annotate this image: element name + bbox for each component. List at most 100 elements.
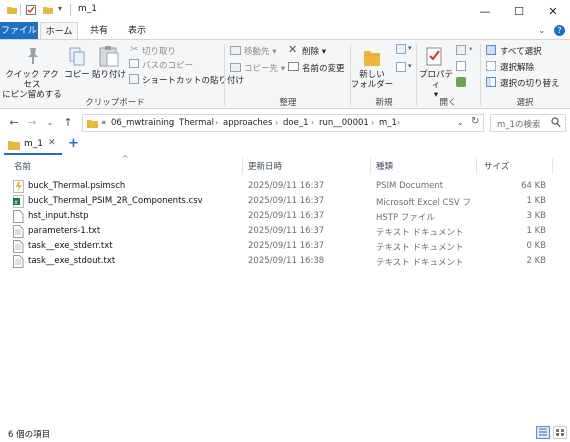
folder-tab-m1[interactable]: m_1 ✕ [4,136,62,155]
file-row[interactable]: hst_input.hstp 2025/09/11 16:37 HSTP ファイル 3… [0,209,570,224]
new-folder-quick-icon[interactable] [42,4,54,16]
breadcrumb-separator-icon[interactable]: › [311,118,314,127]
breadcrumb-thermal[interactable]: Thermal [179,118,214,128]
breadcrumb-doe-1[interactable]: doe_1 [283,118,308,128]
file-name: task__exe_stderr.txt [28,241,113,251]
move-to-button[interactable]: 移動先 ▾ [244,45,276,57]
breadcrumb-m-1[interactable]: m_1 [379,118,397,128]
breadcrumb-separator-icon[interactable]: › [171,118,174,127]
properties-quick-icon[interactable] [25,4,37,16]
copy-button[interactable]: コピー [62,70,92,80]
select-none-icon [486,61,496,71]
file-icon [13,210,24,223]
search-input[interactable]: m_1の検索 [490,114,566,132]
details-view-icon[interactable] [536,426,550,439]
ribbon-tabs: ファイル ホーム 共有 表示 ⌄ ? [0,22,570,40]
forward-arrow-icon[interactable]: → [24,115,40,131]
edit-icon[interactable] [456,61,466,71]
new-item-icon[interactable] [396,44,406,54]
breadcrumb-separator-icon[interactable]: › [397,118,400,127]
text-file-icon [13,225,24,238]
select-all-button[interactable]: すべて選択 [500,45,542,57]
new-item-dropdown-icon[interactable]: ▾ [408,44,412,52]
column-date-modified[interactable]: 更新日時 [248,160,282,172]
open-dropdown-icon[interactable]: ▾ [469,45,473,53]
select-none-button[interactable]: 選択解除 [500,61,534,73]
column-name[interactable]: 名前 [14,160,31,172]
delete-button[interactable]: 削除 ▾ [302,45,326,57]
folder-icon [8,139,20,153]
maximize-button[interactable]: ☐ [502,0,536,22]
tab-file[interactable]: ファイル [0,22,38,40]
cut-button[interactable]: 切り取り [142,45,176,57]
easy-access-icon[interactable] [396,62,406,72]
close-button[interactable]: ✕ [536,0,570,22]
tab-home[interactable]: ホーム [40,22,78,40]
breadcrumb-separator-icon[interactable]: › [215,118,218,127]
scissors-icon: ✂ [130,44,139,55]
tab-view[interactable]: 表示 [120,22,154,40]
new-group-label: 新規 [375,98,393,108]
column-size[interactable]: サイズ [484,160,509,172]
invert-selection-icon [486,77,496,87]
file-date-modified: 2025/09/11 16:37 [248,241,325,251]
search-placeholder: m_1の検索 [497,120,541,130]
file-type: PSIM Document [376,181,444,191]
file-row[interactable]: task__exe_stderr.txt 2025/09/11 16:37 テキスト… [0,239,570,254]
copy-to-button[interactable]: コピー先 ▾ [244,62,285,74]
help-icon[interactable]: ? [554,25,565,36]
history-icon[interactable] [456,77,466,87]
file-size: 64 KB [521,181,546,191]
minimize-button[interactable]: — [468,0,502,22]
new-folder-label-line1: 新しい [359,70,385,80]
file-name: hst_input.hstp [28,211,89,221]
rename-icon [288,62,299,71]
breadcrumb-06-mwtraining[interactable]: 06_mwtraining [111,118,174,128]
file-date-modified: 2025/09/11 16:37 [248,226,325,236]
address-bar[interactable]: « 06_mwtraining › Thermal › approaches ›… [82,114,484,132]
pin-quick-access-button[interactable]: クイック アクセス にピン留めする [2,70,62,100]
back-arrow-icon[interactable]: ← [6,115,22,131]
breadcrumb-run-00001[interactable]: run__00001 [319,118,369,128]
customize-toolbar-icon[interactable]: ▾ [58,4,70,16]
file-list: buck_Thermal.psimsch 2025/09/11 16:37 PSIM… [0,179,570,419]
up-arrow-icon[interactable]: ↑ [60,115,76,131]
easy-access-dropdown-icon[interactable]: ▾ [408,62,412,70]
tab-share[interactable]: 共有 [82,22,116,40]
collapse-ribbon-icon[interactable]: ⌄ [538,26,546,36]
column-type[interactable]: 種類 [376,160,393,172]
copy-to-icon [230,63,241,72]
search-icon[interactable] [551,117,561,131]
move-to-icon [230,46,241,55]
copy-path-button[interactable]: パスのコピー [142,59,193,71]
breadcrumb-approaches[interactable]: approaches [223,118,272,128]
file-list-header: ^ 名前 更新日時 種類 サイズ [0,154,570,174]
new-tab-button[interactable]: + [68,136,79,151]
refresh-icon[interactable]: ↻ [471,116,479,127]
file-size: 2 KB [526,256,546,266]
copy-icon [68,46,86,71]
file-row[interactable]: x buck_Thermal_PSIM_2R_Components.csv 2025… [0,194,570,209]
close-tab-icon[interactable]: ✕ [48,138,56,148]
paste-shortcut-button[interactable]: ショートカットの貼り付け [142,74,244,86]
breadcrumb-separator-icon[interactable]: › [275,118,278,127]
open-icon[interactable] [456,45,466,55]
address-history-dropdown-icon[interactable]: ⌄ [457,118,464,127]
pin-label-line2: にピン留めする [2,90,62,100]
rename-button[interactable]: 名前の変更 [302,62,345,74]
recent-locations-icon[interactable]: ⌄ [42,115,58,131]
breadcrumb-overflow[interactable]: « [101,118,106,128]
psim-icon [13,180,24,193]
large-icons-view-icon[interactable] [553,426,567,439]
file-name: buck_Thermal.psimsch [28,181,126,191]
pc-folder-icon [87,118,98,128]
file-row[interactable]: buck_Thermal.psimsch 2025/09/11 16:37 PSIM… [0,179,570,194]
paste-button[interactable]: 貼り付け [92,70,126,80]
file-row[interactable]: task__exe_stdout.txt 2025/09/11 16:38 テキスト… [0,254,570,269]
new-folder-button[interactable]: 新しい フォルダー [350,70,394,90]
breadcrumb-separator-icon[interactable]: › [371,118,374,127]
file-row[interactable]: parameters-1.txt 2025/09/11 16:37 テキスト ドキュ… [0,224,570,239]
invert-selection-button[interactable]: 選択の切り替え [500,77,560,89]
file-type: HSTP ファイル [376,213,435,223]
svg-text:x: x [14,199,18,206]
